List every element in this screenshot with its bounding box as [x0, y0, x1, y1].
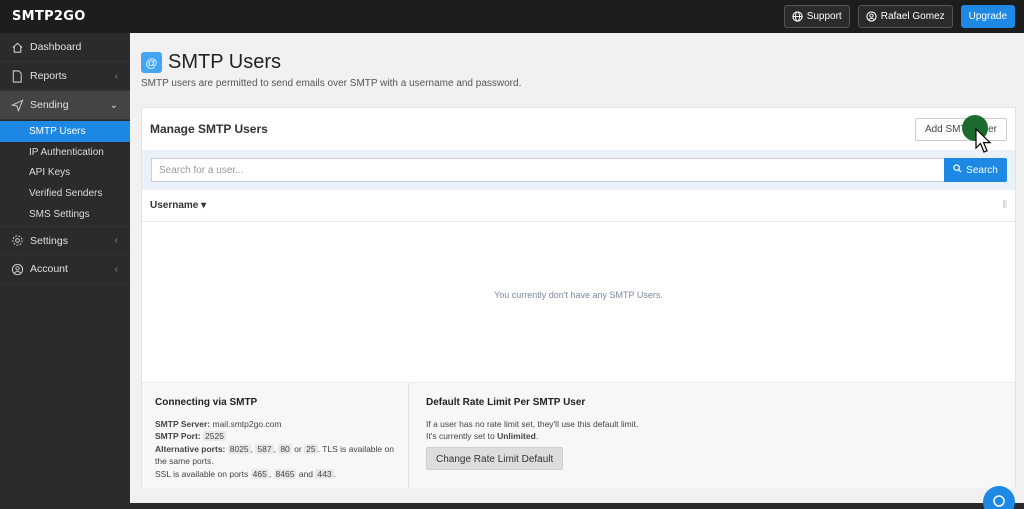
connecting-info: Connecting via SMTP SMTP Server: mail.sm… — [142, 383, 409, 488]
search-bar: Search — [142, 150, 1015, 190]
submenu-sms-settings[interactable]: SMS Settings — [0, 204, 130, 225]
sidebar-item-sending[interactable]: Sending ⌄ — [0, 91, 130, 120]
page-header: @ SMTP Users — [141, 51, 281, 74]
sidebar: Dashboard Reports ‹ Sending ⌄ SMTP Users… — [0, 33, 130, 509]
sidebar-item-settings[interactable]: Settings ‹ — [0, 226, 130, 256]
user-circle-icon — [10, 262, 24, 276]
sidebar-item-label: Sending — [30, 99, 69, 111]
smtp-users-card: Manage SMTP Users Add SMTP User Search U… — [141, 107, 1016, 488]
home-icon — [10, 40, 24, 54]
smtp-port-line: SMTP Port: 2525 — [155, 431, 226, 441]
empty-state-message: You currently don't have any SMTP Users. — [494, 290, 663, 300]
search-button-label: Search — [966, 164, 998, 176]
connecting-title: Connecting via SMTP — [155, 397, 258, 408]
top-bar: SMTP2GO Support Rafael Gomez Upgrade — [0, 0, 1024, 33]
search-button[interactable]: Search — [944, 158, 1007, 182]
alt-ports-line: Alternative ports: 8025, 587, 80 or 25. … — [155, 443, 394, 466]
submenu-verified-senders[interactable]: Verified Senders — [0, 183, 130, 204]
rate-limit-title: Default Rate Limit Per SMTP User — [426, 397, 586, 408]
globe-icon — [792, 11, 803, 22]
chevron-left-icon: ‹ — [114, 263, 118, 275]
user-name: Rafael Gomez — [880, 11, 945, 22]
chevron-left-icon: ‹ — [114, 70, 118, 82]
rate-limit-line1: If a user has no rate limit set, they'll… — [426, 418, 639, 429]
sidebar-item-dashboard[interactable]: Dashboard — [0, 33, 130, 62]
support-button[interactable]: Support — [783, 5, 850, 28]
submenu-ip-authentication[interactable]: IP Authentication — [0, 142, 130, 163]
page-title: SMTP Users — [168, 51, 281, 73]
sidebar-item-reports[interactable]: Reports ‹ — [0, 62, 130, 91]
support-label: Support — [806, 11, 842, 22]
smtp-server-line: SMTP Server: mail.smtp2go.com — [155, 418, 282, 429]
user-menu-button[interactable]: Rafael Gomez — [857, 5, 953, 28]
add-smtp-user-button[interactable]: Add SMTP User — [914, 118, 1007, 141]
ssl-ports-line: SSL is available on ports 465, 8465 and … — [155, 468, 336, 479]
change-rate-limit-button[interactable]: Change Rate Limit Default — [426, 446, 564, 470]
top-actions: Support Rafael Gomez Upgrade — [783, 5, 1015, 28]
sidebar-item-label: Dashboard — [30, 41, 82, 53]
sidebar-item-label: Account — [30, 263, 68, 276]
brand-logo[interactable]: SMTP2GO — [12, 9, 86, 24]
column-username[interactable]: Username ▾ — [150, 200, 206, 211]
smtp-port-value: 2525 — [203, 431, 226, 441]
paper-plane-icon — [10, 98, 24, 112]
sidebar-item-label: Reports — [30, 70, 67, 82]
footer-bar — [130, 503, 1024, 509]
main-content: @ SMTP Users SMTP users are permitted to… — [130, 33, 1024, 503]
gear-icon — [10, 234, 24, 248]
chat-icon — [992, 494, 1006, 509]
smtp-server-value: mail.smtp2go.com — [212, 418, 282, 429]
submenu-smtp-users[interactable]: SMTP Users — [0, 121, 130, 142]
card-header: Manage SMTP Users — [142, 108, 1015, 150]
chevron-left-icon: ‹ — [114, 235, 118, 247]
page-subtitle: SMTP users are permitted to send emails … — [141, 78, 522, 89]
rate-limit-value: Unlimited — [497, 431, 536, 441]
caret-down-icon: ▾ — [201, 200, 207, 211]
document-icon — [10, 69, 24, 83]
search-icon — [953, 164, 962, 176]
columns-icon[interactable]: ⦀ — [1003, 200, 1007, 211]
card-title: Manage SMTP Users — [150, 122, 268, 136]
search-input[interactable] — [151, 158, 945, 182]
sending-submenu: SMTP Users IP Authentication API Keys Ve… — [0, 120, 130, 226]
sidebar-item-account[interactable]: Account ‹ — [0, 255, 130, 285]
user-icon — [866, 11, 877, 22]
rate-limit-line2: It's currently set to Unlimited. — [426, 431, 539, 441]
table-header: Username ▾ ⦀ — [142, 190, 1015, 222]
rate-limit-info: Default Rate Limit Per SMTP User If a us… — [409, 383, 1015, 488]
upgrade-button[interactable]: Upgrade — [960, 5, 1015, 28]
info-panel: Connecting via SMTP SMTP Server: mail.sm… — [142, 382, 1015, 488]
at-sign-icon: @ — [141, 52, 162, 73]
mouse-pointer-icon — [975, 127, 993, 157]
chevron-down-icon: ⌄ — [109, 99, 118, 111]
sidebar-item-label: Settings — [30, 234, 68, 247]
submenu-api-keys[interactable]: API Keys — [0, 162, 130, 183]
